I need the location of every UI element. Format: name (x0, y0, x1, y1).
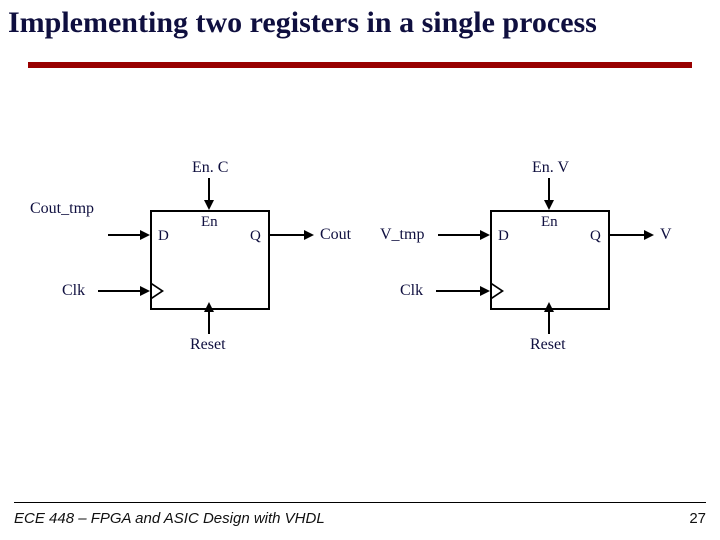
reg2-output-label: V (660, 226, 672, 244)
reg1-reset-label: Reset (190, 336, 226, 354)
reg1-d-wire (108, 234, 142, 236)
reg2-d-wire (438, 234, 482, 236)
slide: Implementing two registers in a single p… (0, 0, 720, 540)
reg2-reset-wire (548, 310, 550, 334)
page-number: 27 (689, 510, 706, 527)
reg2-enable-arrow (544, 200, 554, 210)
reg1-clk-wire (98, 290, 142, 292)
reg1-reset-arrow (204, 302, 214, 312)
title-underline (28, 62, 692, 68)
reg1-enable-top-label: En. C (192, 159, 228, 177)
reg2-enable-wire (548, 178, 550, 202)
reg2-clk-arrow (480, 286, 490, 296)
reg1-q-wire (270, 234, 306, 236)
reg2-q-arrow (644, 230, 654, 240)
reg2-q-label: Q (590, 228, 601, 245)
reg1-en-label: En (201, 214, 218, 231)
reg2-clk-wire (436, 290, 482, 292)
reg2-d-arrow (480, 230, 490, 240)
reg1-d-label: D (158, 228, 169, 245)
reg2-reset-arrow (544, 302, 554, 312)
reg2-clk-triangle (492, 283, 504, 299)
reg1-enable-arrow (204, 200, 214, 210)
reg2-q-wire (610, 234, 646, 236)
reg1-reset-wire (208, 310, 210, 334)
reg1-clk-triangle (152, 283, 164, 299)
reg2-clk-label: Clk (400, 282, 423, 300)
reg1-clk-label: Clk (62, 282, 85, 300)
reg1-clk-arrow (140, 286, 150, 296)
reg1-input-label: Cout_tmp (30, 200, 94, 218)
reg1-d-arrow (140, 230, 150, 240)
reg1-q-label: Q (250, 228, 261, 245)
reg1-output-label: Cout (320, 226, 351, 244)
footer-course: ECE 448 – FPGA and ASIC Design with VHDL (14, 510, 325, 527)
reg2-en-label: En (541, 214, 558, 231)
footer-divider (14, 502, 706, 503)
reg2-d-label: D (498, 228, 509, 245)
reg1-q-arrow (304, 230, 314, 240)
reg2-enable-top-label: En. V (532, 159, 569, 177)
reg1-enable-wire (208, 178, 210, 202)
reg2-input-label: V_tmp (380, 226, 424, 244)
page-title: Implementing two registers in a single p… (8, 6, 597, 40)
reg2-reset-label: Reset (530, 336, 566, 354)
